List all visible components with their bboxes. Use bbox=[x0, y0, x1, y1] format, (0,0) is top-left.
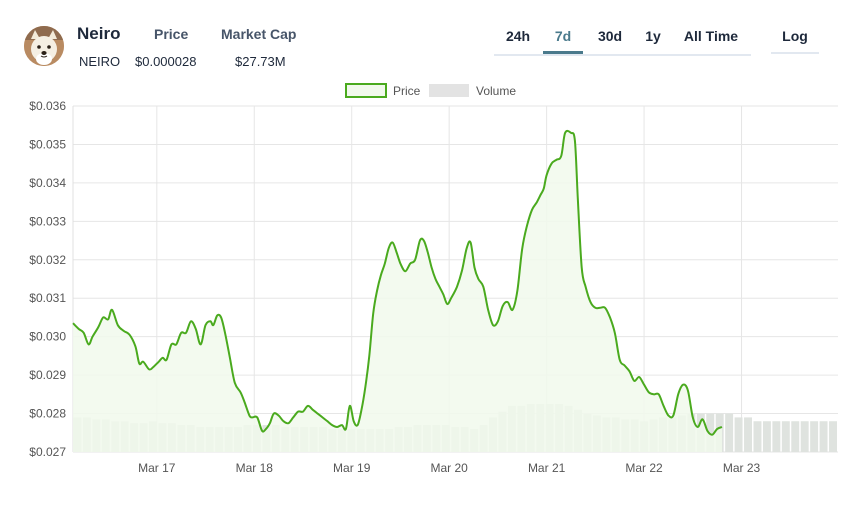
volume-bar bbox=[819, 421, 828, 452]
y-tick-label: $0.035 bbox=[29, 137, 66, 151]
y-tick-label: $0.030 bbox=[29, 330, 66, 344]
y-tick-label: $0.027 bbox=[29, 445, 66, 459]
market-cap-label: Market Cap bbox=[221, 26, 297, 42]
volume-bar bbox=[781, 421, 790, 452]
market-cap-value: $27.73M bbox=[235, 54, 286, 69]
price-chart[interactable]: Price Volume $0.036$0.035$0.034$0.033$0.… bbox=[0, 76, 858, 476]
x-tick-label: Mar 18 bbox=[236, 461, 274, 475]
volume-bar bbox=[744, 417, 752, 452]
x-axis-ticks: Mar 17 Mar 18 Mar 19 Mar 20 Mar 21 Mar 22 Mar … bbox=[138, 461, 760, 475]
price-label: Price bbox=[154, 26, 189, 42]
tab-24h[interactable]: 24h bbox=[498, 20, 538, 52]
y-tick-label: $0.028 bbox=[29, 407, 66, 421]
legend-volume-label[interactable]: Volume bbox=[476, 84, 516, 98]
y-tick-label: $0.032 bbox=[29, 253, 66, 267]
shiba-dog-icon bbox=[24, 26, 64, 66]
volume-bar bbox=[753, 421, 762, 452]
y-axis-ticks: $0.036 $0.035 $0.034 $0.033 $0.032 $0.031 $0.0… bbox=[29, 99, 66, 459]
x-tick-label: Mar 23 bbox=[723, 461, 761, 475]
x-tick-label: Mar 22 bbox=[625, 461, 663, 475]
x-tick-label: Mar 21 bbox=[528, 461, 566, 475]
volume-bar bbox=[810, 421, 819, 452]
coin-avatar bbox=[24, 26, 64, 66]
x-tick-label: Mar 19 bbox=[333, 461, 371, 475]
tab-30d[interactable]: 30d bbox=[588, 20, 632, 52]
y-tick-label: $0.033 bbox=[29, 214, 66, 228]
x-tick-label: Mar 17 bbox=[138, 461, 176, 475]
coin-symbol: NEIRO bbox=[79, 54, 121, 69]
volume-bar bbox=[800, 421, 809, 452]
volume-bar bbox=[734, 417, 743, 452]
price-area bbox=[73, 130, 722, 452]
y-tick-label: $0.031 bbox=[29, 291, 66, 305]
time-range-tabs: 24h 7d 30d 1y All Time bbox=[494, 20, 751, 56]
log-scale-toggle[interactable]: Log bbox=[771, 20, 819, 54]
tab-1y[interactable]: 1y bbox=[638, 20, 668, 52]
legend-volume-swatch[interactable] bbox=[429, 84, 469, 97]
legend-price-swatch[interactable] bbox=[345, 83, 387, 98]
tab-7d[interactable]: 7d bbox=[543, 20, 583, 54]
x-tick-label: Mar 20 bbox=[430, 461, 468, 475]
y-tick-label: $0.034 bbox=[29, 176, 66, 190]
tab-all-time[interactable]: All Time bbox=[676, 20, 746, 52]
volume-bar bbox=[791, 421, 800, 452]
y-tick-label: $0.036 bbox=[29, 99, 66, 113]
chart-legend: Price Volume bbox=[345, 83, 516, 98]
price-value: $0.000028 bbox=[135, 54, 197, 69]
volume-bar bbox=[772, 421, 781, 452]
y-tick-label: $0.029 bbox=[29, 368, 66, 382]
volume-bar bbox=[829, 421, 837, 452]
volume-bar bbox=[762, 421, 771, 452]
coin-name: Neiro bbox=[77, 24, 121, 43]
volume-bar bbox=[725, 413, 734, 452]
legend-price-label[interactable]: Price bbox=[393, 84, 421, 98]
